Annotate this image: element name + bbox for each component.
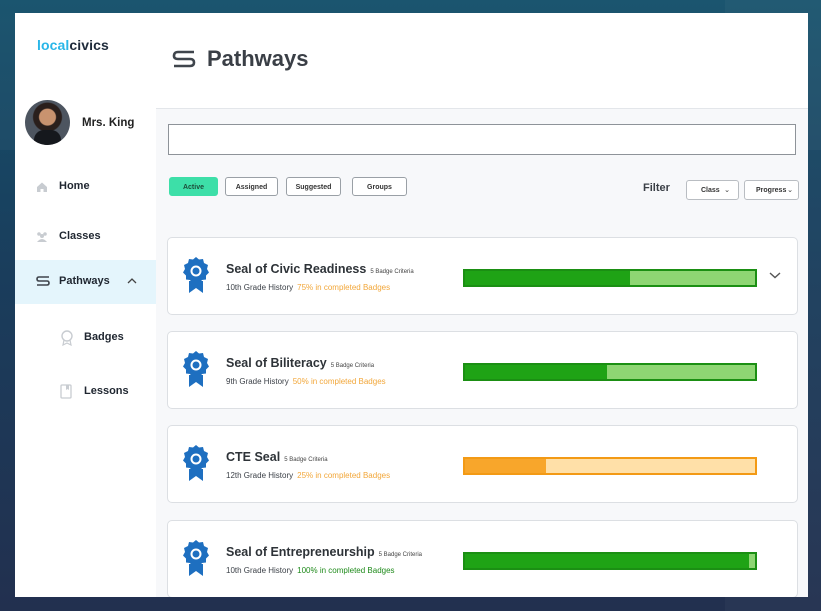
class-dropdown[interactable]: Class ⌄ (686, 180, 739, 200)
tab-active[interactable]: Active (169, 177, 218, 196)
pathway-grade: 9th Grade History (226, 377, 289, 386)
class-dropdown-label: Class (701, 187, 720, 194)
pathway-card[interactable]: Seal of Biliteracy 5 Badge Criteria 9th G… (167, 331, 798, 409)
badge-outline-icon (61, 330, 73, 346)
pathway-criteria: 5 Badge Criteria (370, 269, 414, 275)
sidebar-item-label: Classes (59, 230, 101, 242)
progress-dropdown-label: Progress (756, 187, 787, 194)
pathway-card[interactable]: CTE Seal 5 Badge Criteria 12th Grade Hist… (167, 425, 798, 503)
pathways-icon (172, 50, 196, 68)
tab-groups[interactable]: Groups (352, 177, 407, 196)
sidebar-item-label: Home (59, 180, 90, 192)
pathway-title: Seal of Entrepreneurship (226, 545, 375, 559)
classes-icon (37, 232, 47, 242)
progress-bar-fill (465, 271, 631, 285)
pathway-title: Seal of Civic Readiness (226, 262, 367, 276)
avatar[interactable] (25, 100, 70, 145)
pathway-progress-text: 75% in completed Badges (297, 283, 391, 292)
search-input[interactable] (168, 124, 796, 155)
sidebar-item-label: Pathways (59, 275, 110, 287)
progress-bar (463, 552, 757, 570)
sidebar-item-home[interactable]: Home (15, 165, 156, 209)
main-content: Active Assigned Suggested Groups Filter … (156, 109, 808, 597)
badge-icon (183, 540, 209, 576)
pathway-progress-text: 50% in completed Badges (292, 377, 386, 386)
sidebar: localcivics Mrs. King Home Classes Pathw… (15, 13, 157, 597)
badge-icon (183, 445, 209, 481)
user-name: Mrs. King (82, 117, 135, 129)
pathway-card[interactable]: Seal of Civic Readiness 5 Badge Criteria … (167, 237, 798, 315)
tab-assigned[interactable]: Assigned (225, 177, 278, 196)
home-icon (37, 182, 47, 192)
progress-bar-fill (465, 554, 750, 568)
pathway-grade: 10th Grade History (226, 566, 294, 575)
pathway-progress-text: 100% in completed Badges (297, 566, 395, 575)
pathway-title: Seal of Biliteracy (226, 356, 327, 370)
progress-dropdown[interactable]: Progress ⌄ (744, 180, 799, 200)
filter-label: Filter (643, 182, 670, 194)
chevron-up-icon[interactable] (127, 277, 137, 285)
badge-icon (183, 351, 209, 387)
chevron-down-icon[interactable] (769, 271, 781, 279)
page-header: Pathways (156, 13, 808, 109)
logo-part-1: local (37, 37, 70, 53)
lesson-icon (60, 384, 72, 399)
pathway-criteria: 5 Badge Criteria (284, 457, 328, 463)
app-window: localcivics Mrs. King Home Classes Pathw… (15, 13, 808, 597)
sidebar-item-label: Lessons (84, 385, 129, 397)
progress-bar (463, 269, 757, 287)
pathways-icon (36, 276, 50, 286)
progress-bar (463, 457, 757, 475)
logo[interactable]: localcivics (37, 37, 109, 53)
progress-bar (463, 363, 757, 381)
pathway-card[interactable]: Seal of Entrepreneurship 5 Badge Criteria… (167, 520, 798, 597)
progress-bar-fill (465, 365, 608, 379)
pathway-grade: 10th Grade History (226, 283, 294, 292)
pathway-progress-text: 25% in completed Badges (297, 471, 391, 480)
chevron-down-icon: ⌄ (787, 187, 793, 194)
pathway-grade: 12th Grade History (226, 471, 294, 480)
sidebar-item-label: Badges (84, 331, 124, 343)
pathway-criteria: 5 Badge Criteria (378, 552, 423, 558)
pathway-title: CTE Seal (226, 450, 281, 464)
sidebar-item-classes[interactable]: Classes (15, 215, 156, 259)
sidebar-item-badges[interactable]: Badges (15, 316, 156, 360)
badge-icon (183, 257, 209, 293)
chevron-down-icon: ⌄ (724, 187, 730, 194)
sidebar-item-lessons[interactable]: Lessons (15, 370, 156, 414)
logo-part-2: civics (69, 37, 109, 53)
pathway-criteria: 5 Badge Criteria (330, 363, 375, 369)
sidebar-item-pathways[interactable]: Pathways (15, 260, 156, 304)
tab-suggested[interactable]: Suggested (286, 177, 341, 196)
page-title: Pathways (207, 46, 309, 71)
progress-bar-fill (465, 459, 547, 473)
